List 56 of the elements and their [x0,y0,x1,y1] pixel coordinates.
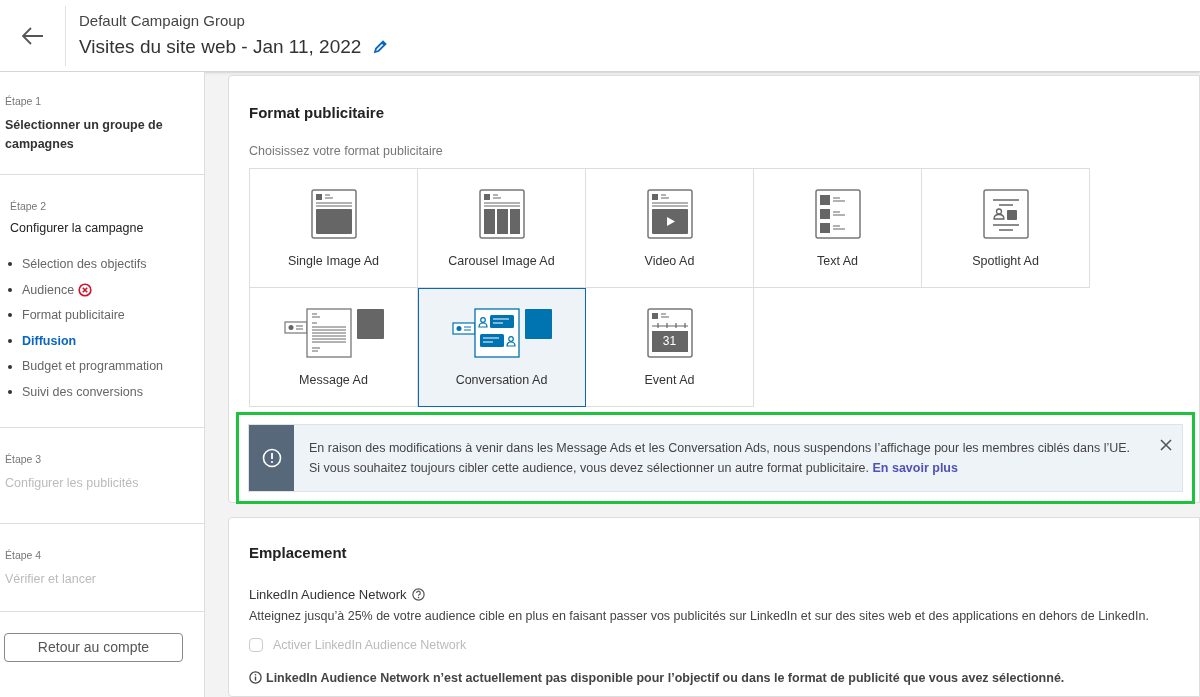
ad-format-tile[interactable]: Text Ad [754,169,922,289]
ad-format-tile[interactable]: Carousel Image Ad [418,169,586,289]
message-document-icon [283,306,384,361]
checkbox-label: Activer LinkedIn Audience Network [273,636,467,654]
network-label: LinkedIn Audience Network [249,585,407,604]
campaign-group-name: Default Campaign Group [79,11,246,31]
ad-format-tile[interactable]: Message Ad [250,288,418,408]
section-title: Format publicitaire [249,103,386,123]
ad-format-tile[interactable]: Single Image Ad [250,169,418,289]
bullet-icon [8,390,12,395]
step-title: Configurer la campagne [10,219,145,237]
pencil-icon [373,39,388,54]
close-button[interactable] [1160,439,1172,452]
step-number: Étape 4 [5,547,43,563]
conversation-document-icon [451,306,552,361]
bullet-icon [8,364,12,369]
section-title: Emplacement [249,543,348,563]
step-link[interactable]: Sélection des objectifs [22,254,147,274]
bullet-icon [8,339,12,344]
step-link[interactable]: Budget et programmation [22,357,164,377]
info-icon [249,671,262,685]
back-to-account-button[interactable]: Retour au compte [4,632,183,662]
step-link[interactable]: Format publicitaire [22,306,125,325]
step-number: Étape 1 [5,94,43,109]
profile-card-icon [982,189,1029,240]
carousel-post-icon [478,189,525,240]
step-number: Étape 3 [5,452,43,468]
bullet-icon [8,313,12,318]
network-description: Atteignez jusqu’à 25% de votre audience cible en plus en faisant passer vos publicités sur LinkedIn et sur des sites web et des applications en dehors de LinkedIn. [249,608,1150,625]
video-post-icon [646,189,693,240]
ad-format-tile[interactable]: 31 Event Ad [586,288,754,408]
section-subtitle: Choisissez votre format publicitaire [249,142,444,160]
ad-format-tile[interactable]: Spotlight Ad [922,169,1090,289]
warning-message: En raison des modifications à venir dans les Message Ads et les Conversation Ads, nous suspendons l’affichage pour les membres ciblés dans l’UE. Si vous souhaitez toujours cibler cette audience, vous devez sélectionner un autre format publicitaire. En savoir plus [308,440,1132,478]
ad-format-tile[interactable]: Video Ad [586,169,754,289]
close-icon [1160,439,1172,452]
step-title: Vérifier et lancer [5,570,97,588]
step-link[interactable]: Audience [22,280,75,300]
campaign-title: Visites du site web - Jan 11, 2022 [79,34,362,59]
edit-button[interactable] [373,39,388,54]
bullet-icon [8,262,12,267]
ad-format-tile[interactable]: Conversation Ad [418,288,586,408]
text-list-icon [814,189,861,240]
learn-more-link[interactable]: En savoir plus [872,461,958,476]
back-arrow-icon [21,26,44,45]
step-link[interactable]: Suivi des conversions [22,382,143,402]
step-number: Étape 2 [10,198,48,214]
availability-note: LinkedIn Audience Network n’est actuellement pas disponible pour l’objectif ou dans le format de publicité que vous avez sélectionné. [266,669,1065,687]
exclamation-icon [261,448,282,469]
step-title: Sélectionner un groupe de campagnes [5,116,164,153]
image-post-icon [310,189,357,240]
step-title: Configurer les publicités [5,474,140,492]
step-link[interactable]: Diffusion [22,331,77,351]
help-icon [411,587,425,601]
calendar-icon: 31 [646,308,693,359]
bullet-icon [8,287,12,292]
